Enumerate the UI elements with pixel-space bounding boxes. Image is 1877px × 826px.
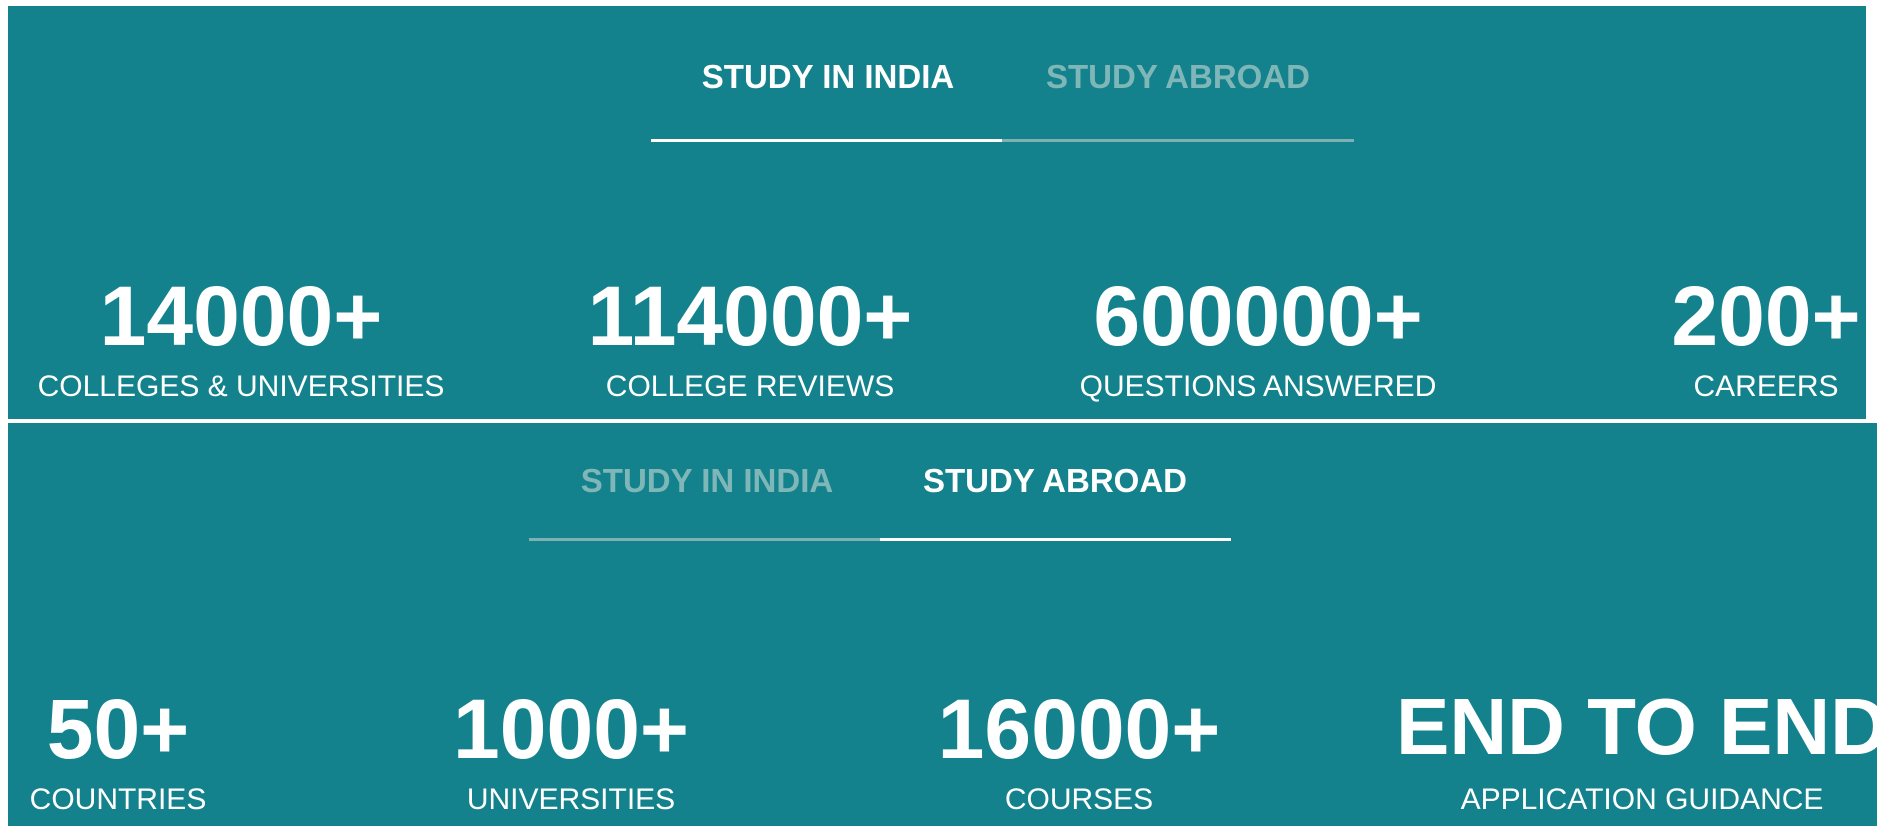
tab-inactive-underline [1002,139,1354,142]
stat-questions-number: 600000+ [1093,269,1423,363]
tab-active-underline [880,538,1231,541]
stat-reviews-number: 114000+ [587,269,913,363]
tab-inactive-underline [529,538,880,541]
stat-courses-number: 16000+ [937,682,1221,776]
stat-colleges-label: COLLEGES & UNIVERSITIES [37,370,445,403]
tab-study-abroad[interactable]: STUDY ABROAD [923,462,1187,500]
study-in-india-panel: STUDY IN INDIA STUDY ABROAD 14000+ COLLE… [8,6,1866,419]
stat-guidance-number: END TO END [1396,682,1877,771]
stat-countries-label: COUNTRIES [29,783,207,816]
stat-guidance-label: APPLICATION GUIDANCE [1460,783,1824,816]
stat-universities-number: 1000+ [453,682,689,776]
stat-countries-number: 50+ [46,682,190,776]
stat-careers-label: CAREERS [1693,370,1839,403]
stat-courses-label: COURSES [1004,783,1154,816]
study-abroad-panel: STUDY IN INDIA STUDY ABROAD 50+ COUNTRIE… [8,423,1877,826]
tab-active-underline [651,139,1002,142]
stat-careers-number: 200+ [1671,269,1861,363]
tab-study-abroad[interactable]: STUDY ABROAD [1046,58,1310,96]
stat-reviews-label: COLLEGE REVIEWS [605,370,895,403]
stat-colleges-number: 14000+ [99,269,383,363]
tab-study-in-india[interactable]: STUDY IN INDIA [702,58,954,96]
tab-study-in-india[interactable]: STUDY IN INDIA [581,462,833,500]
stat-universities-label: UNIVERSITIES [466,783,676,816]
stat-questions-label: QUESTIONS ANSWERED [1079,370,1437,403]
